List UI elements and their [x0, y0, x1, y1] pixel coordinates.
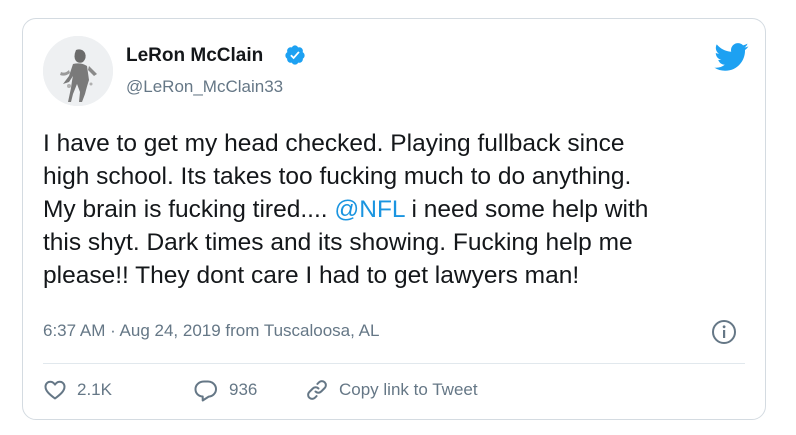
tweet-timestamp[interactable]: 6:37 AM · Aug 24, 2019 from Tuscaloosa, … [43, 321, 379, 341]
link-icon [307, 380, 327, 400]
like-count: 2.1K [77, 380, 112, 399]
tweet-text-segment: I have to get my head checked. Playing f… [43, 130, 625, 157]
avatar[interactable] [43, 36, 113, 106]
info-icon[interactable] [711, 319, 737, 345]
mention-link[interactable]: @NFL [334, 196, 404, 223]
tweet-text-segment: high school. Its takes too fucking much … [43, 163, 632, 190]
tweet-text-line: this shyt. Dark times and its showing. F… [43, 226, 758, 259]
twitter-bird-icon[interactable] [713, 42, 749, 72]
display-name[interactable]: LeRon McClain [126, 45, 263, 67]
reply-button[interactable]: 936 [193, 375, 257, 405]
tweet-text-line: I have to get my head checked. Playing f… [43, 127, 758, 160]
tweet-card: LeRon McClain @LeRon_McClain33 I have to… [22, 18, 766, 420]
tweet-text-line: My brain is fucking tired.... @NFL i nee… [43, 193, 758, 226]
tweet-text-line: high school. Its takes too fucking much … [43, 160, 758, 193]
verified-badge-icon [285, 45, 305, 65]
divider [43, 363, 745, 364]
tweet-text: I have to get my head checked. Playing f… [43, 127, 758, 292]
reply-count: 936 [229, 380, 258, 399]
tweet-text-line: please!! They dont care I had to get law… [43, 259, 758, 292]
tweet-text-segment: My brain is fucking tired.... [43, 196, 335, 223]
heart-icon [44, 380, 66, 400]
like-button[interactable]: 2.1K [43, 375, 112, 405]
copy-link-button[interactable]: Copy link to Tweet [305, 375, 478, 405]
tweet-text-segment: this shyt. Dark times and its showing. F… [43, 229, 633, 256]
user-handle[interactable]: @LeRon_McClain33 [126, 77, 283, 97]
tweet-text-segment: please!! They dont care I had to get law… [43, 262, 580, 289]
tweet-text-segment: i need some help with [404, 196, 649, 223]
reply-icon [194, 380, 217, 402]
copy-link-label: Copy link to Tweet [339, 380, 478, 399]
